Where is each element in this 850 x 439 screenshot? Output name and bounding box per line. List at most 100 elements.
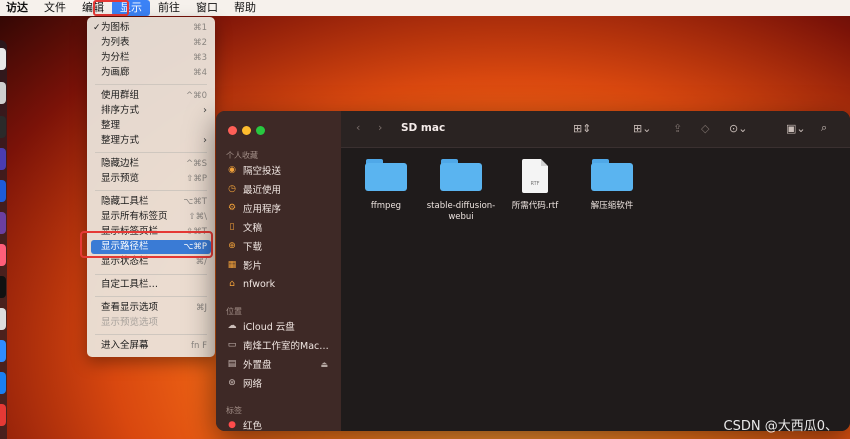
menu-item-show-tab-bar[interactable]: 显示标签页栏 ⇧⌘T	[91, 225, 211, 239]
finder-window: 个人收藏 ◉ 隔空投送 ◷ 最近使用 ⚙ 应用程序 ▯ 文稿 ⊕ 下载 ▦ 影片 ⌂ nfwo…	[216, 111, 850, 431]
dock-app-icon[interactable]	[0, 404, 6, 426]
watermark: CSDN @大西瓜0、	[723, 419, 838, 434]
menu-item-enter-full-screen[interactable]: 进入全屏幕 fn F	[91, 339, 211, 353]
sidebar-item-downloads[interactable]: ⊕ 下载	[226, 237, 336, 255]
file-item[interactable]: RTF 所需代码.rtf	[497, 159, 573, 212]
dock	[0, 40, 7, 439]
menu-view[interactable]: 显示	[112, 0, 150, 16]
menu-window[interactable]: 窗口	[188, 0, 226, 16]
file-item[interactable]: ffmpeg	[348, 159, 424, 212]
airdrop-icon: ◉	[228, 165, 236, 175]
dock-app-icon[interactable]	[0, 212, 6, 234]
menu-item-show-all-tabs[interactable]: 显示所有标签页 ⇧⌘\	[91, 210, 211, 224]
menu-go[interactable]: 前往	[150, 0, 188, 16]
dock-app-icon[interactable]	[0, 180, 6, 202]
menu-edit[interactable]: 编辑	[74, 0, 112, 16]
file-item[interactable]: 解压缩软件	[574, 159, 650, 212]
menu-separator	[95, 152, 207, 153]
menu-item-hide-sidebar[interactable]: 隐藏边栏 ^⌘S	[91, 157, 211, 171]
menu-finder[interactable]: 访达	[0, 0, 36, 16]
file-item[interactable]: stable-diffusion-webui	[423, 159, 499, 223]
laptop-icon: ▭	[227, 340, 237, 350]
menu-separator	[95, 190, 207, 191]
applications-icon: ⚙	[227, 203, 237, 213]
chevron-right-icon: ›	[203, 135, 207, 146]
clock-icon: ◷	[228, 184, 236, 194]
home-icon: ⌂	[229, 279, 235, 289]
folder-icon	[591, 159, 633, 191]
share-icon[interactable]: ⇪	[673, 122, 682, 135]
group-grid-icon[interactable]: ⊞⌄	[633, 122, 651, 135]
dock-app-icon[interactable]	[0, 340, 6, 362]
menu-item-hide-toolbar[interactable]: 隐藏工具栏 ⌥⌘T	[91, 195, 211, 209]
tools-icon[interactable]: ▣⌄	[786, 122, 806, 135]
sidebar-item-mac[interactable]: ▭ 南烽工作室的Mac…	[226, 336, 336, 354]
forward-chevron-icon[interactable]: ›	[378, 121, 382, 134]
tag-icon[interactable]: ◇	[701, 122, 709, 135]
menu-separator	[95, 84, 207, 85]
menu-item-show-preview-options: 显示预览选项	[101, 317, 159, 328]
menu-item-use-groups[interactable]: 使用群组 ^⌘0	[91, 89, 211, 103]
dock-app-icon[interactable]	[0, 82, 6, 104]
document-icon: ▯	[229, 222, 235, 232]
menu-item-show-path-bar[interactable]: 显示路径栏 ⌥⌘P	[91, 240, 211, 254]
finder-sidebar: 个人收藏 ◉ 隔空投送 ◷ 最近使用 ⚙ 应用程序 ▯ 文稿 ⊕ 下载 ▦ 影片 ⌂ nfwo…	[216, 111, 341, 431]
menu-item-customize-toolbar[interactable]: 自定工具栏…	[91, 278, 211, 292]
sidebar-item-network[interactable]: ⊛ 网络	[226, 374, 336, 392]
menu-item-clean-up-by[interactable]: 整理方式 ›	[91, 134, 211, 148]
minimize-button[interactable]	[242, 126, 251, 135]
menu-item-clean-up[interactable]: 整理	[91, 119, 211, 133]
sidebar-section-favorites: 个人收藏	[226, 151, 258, 160]
menu-item-show-status-bar[interactable]: 显示状态栏 ⌘/	[91, 255, 211, 269]
drive-icon: ▤	[227, 359, 237, 369]
download-icon: ⊕	[228, 241, 236, 251]
zoom-button[interactable]	[256, 126, 265, 135]
menu-help[interactable]: 帮助	[226, 0, 264, 16]
menu-separator	[95, 274, 207, 275]
chevron-right-icon: ›	[203, 105, 207, 116]
sidebar-item-tag-red[interactable]: ● 红色	[226, 416, 336, 431]
finder-content: ‹ › SD mac ⊞⇕ ⊞⌄ ⇪ ◇ ⊙⌄ ▣⌄ ⌕ ffmpeg stab…	[341, 111, 850, 431]
menu-item-show-preview[interactable]: 显示预览 ⇧⌘P	[91, 172, 211, 186]
dock-app-icon[interactable]	[0, 276, 6, 298]
dock-app-icon[interactable]	[0, 308, 6, 330]
menubar: 访达 文件 编辑 显示 前往 窗口 帮助	[0, 0, 850, 16]
menu-separator	[95, 334, 207, 335]
sidebar-item-movies[interactable]: ▦ 影片	[226, 256, 336, 274]
menu-item-as-icons[interactable]: ✓ 为图标 ⌘1	[91, 21, 211, 35]
menu-separator	[95, 296, 207, 297]
sidebar-item-applications[interactable]: ⚙ 应用程序	[226, 199, 336, 217]
sidebar-item-nfwork[interactable]: ⌂ nfwork	[226, 275, 336, 293]
folder-icon	[440, 159, 482, 191]
film-icon: ▦	[227, 260, 237, 270]
sidebar-item-documents[interactable]: ▯ 文稿	[226, 218, 336, 236]
dock-app-icon[interactable]	[0, 48, 6, 70]
folder-icon	[365, 159, 407, 191]
menu-item-sort-by[interactable]: 排序方式 ›	[91, 104, 211, 118]
close-button[interactable]	[228, 126, 237, 135]
globe-icon: ⊛	[228, 378, 236, 388]
menu-file[interactable]: 文件	[36, 0, 74, 16]
back-chevron-icon[interactable]: ‹	[356, 121, 360, 134]
sidebar-item-airdrop[interactable]: ◉ 隔空投送	[226, 161, 336, 179]
icon-view-grid-icon[interactable]: ⊞⇕	[573, 122, 591, 135]
dock-app-icon[interactable]	[0, 148, 6, 170]
dock-app-icon[interactable]	[0, 116, 6, 138]
sidebar-item-icloud[interactable]: ☁ iCloud 云盘	[226, 317, 336, 335]
cloud-icon: ☁	[227, 321, 237, 331]
eject-icon[interactable]: ⏏	[320, 360, 328, 369]
finder-toolbar: ‹ › SD mac ⊞⇕ ⊞⌄ ⇪ ◇ ⊙⌄ ▣⌄ ⌕	[341, 111, 850, 148]
dock-app-icon[interactable]	[0, 244, 6, 266]
window-controls	[228, 126, 265, 135]
menu-item-as-list[interactable]: 为列表 ⌘2	[91, 36, 211, 50]
more-actions-icon[interactable]: ⊙⌄	[729, 122, 747, 135]
sidebar-item-external-drive[interactable]: ▤ 外置盘 ⏏	[226, 355, 336, 373]
menu-item-show-view-options[interactable]: 查看显示选项 ⌘J	[91, 301, 211, 315]
menu-item-as-columns[interactable]: 为分栏 ⌘3	[91, 51, 211, 65]
rtf-document-icon: RTF	[522, 159, 548, 193]
red-dot-icon: ●	[228, 420, 236, 430]
search-icon[interactable]: ⌕	[821, 121, 827, 135]
menu-item-as-gallery[interactable]: 为画廊 ⌘4	[91, 66, 211, 80]
dock-app-icon[interactable]	[0, 372, 6, 394]
sidebar-item-recents[interactable]: ◷ 最近使用	[226, 180, 336, 198]
